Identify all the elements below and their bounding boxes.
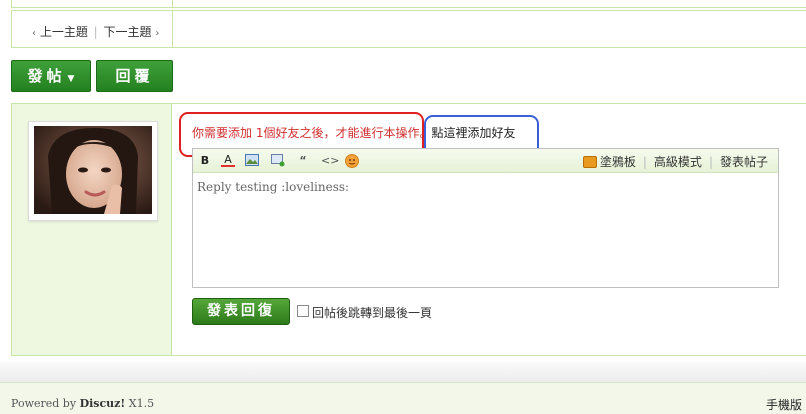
bold-icon[interactable]: B xyxy=(198,154,212,168)
new-post-label: 發帖 xyxy=(27,67,66,85)
thread-nav-bar: ‹ 上一主題 | 下一主題 › xyxy=(11,10,806,48)
new-post-button[interactable]: 發帖 ▼ xyxy=(11,60,91,92)
content-bottom-edge xyxy=(0,362,806,382)
doodle-board-button[interactable]: 塗鴉板 xyxy=(582,155,636,169)
jump-to-last-page-checkbox[interactable] xyxy=(297,305,309,317)
font-color-icon[interactable]: A xyxy=(221,154,235,167)
chevron-right-icon: › xyxy=(155,28,160,39)
footer: Powered by Discuz! X1.5 手機版 xyxy=(0,382,806,414)
discuz-brand-link[interactable]: Discuz! xyxy=(80,397,126,410)
smiley-icon[interactable] xyxy=(345,154,359,168)
nav-divider: | xyxy=(93,25,98,39)
reply-label: 回覆 xyxy=(115,67,154,85)
submit-reply-button[interactable]: 發表回復 xyxy=(192,298,290,325)
reply-textarea[interactable]: Reply testing :loveliness: xyxy=(197,180,349,194)
top-content-strip xyxy=(11,0,806,8)
prev-thread-link[interactable]: 上一主題 xyxy=(40,25,88,39)
editor-mode-links: 塗鴉板 | 高級模式 | 發表帖子 xyxy=(582,153,768,170)
thread-nav: ‹ 上一主題 | 下一主題 › xyxy=(32,23,159,40)
doodle-icon xyxy=(582,156,597,168)
image-icon[interactable] xyxy=(245,154,259,168)
chevron-down-icon: ▼ xyxy=(67,74,75,84)
doodle-board-label: 塗鴉板 xyxy=(599,155,636,169)
powered-by-text: Powered by xyxy=(11,397,77,410)
powered-by: Powered by Discuz! X1.5 xyxy=(11,397,154,410)
advanced-mode-link[interactable]: 高級模式 xyxy=(654,155,702,169)
reply-button[interactable]: 回覆 xyxy=(96,60,173,92)
attachment-icon[interactable] xyxy=(271,154,285,168)
avatar[interactable] xyxy=(34,126,152,214)
chevron-left-icon: ‹ xyxy=(32,28,36,39)
user-sidebar xyxy=(12,104,172,355)
version-text: X1.5 xyxy=(128,397,155,410)
publish-thread-link[interactable]: 發表帖子 xyxy=(720,155,768,169)
quote-icon[interactable]: “ xyxy=(296,154,310,168)
code-icon[interactable]: <> xyxy=(321,154,339,168)
jump-to-last-page-label[interactable]: 回帖後跳轉到最後一頁 xyxy=(312,304,432,321)
next-thread-link[interactable]: 下一主題 xyxy=(104,25,152,39)
reply-editor: B A “ <> 塗鴉板 | 高級模式 | 發表帖子 Reply testing :lo… xyxy=(192,148,779,288)
mobile-version-link[interactable]: 手機版 xyxy=(766,396,802,413)
editor-toolbar: B A “ <> 塗鴉板 | 高級模式 | 發表帖子 xyxy=(193,149,778,173)
avatar-frame xyxy=(28,121,158,221)
